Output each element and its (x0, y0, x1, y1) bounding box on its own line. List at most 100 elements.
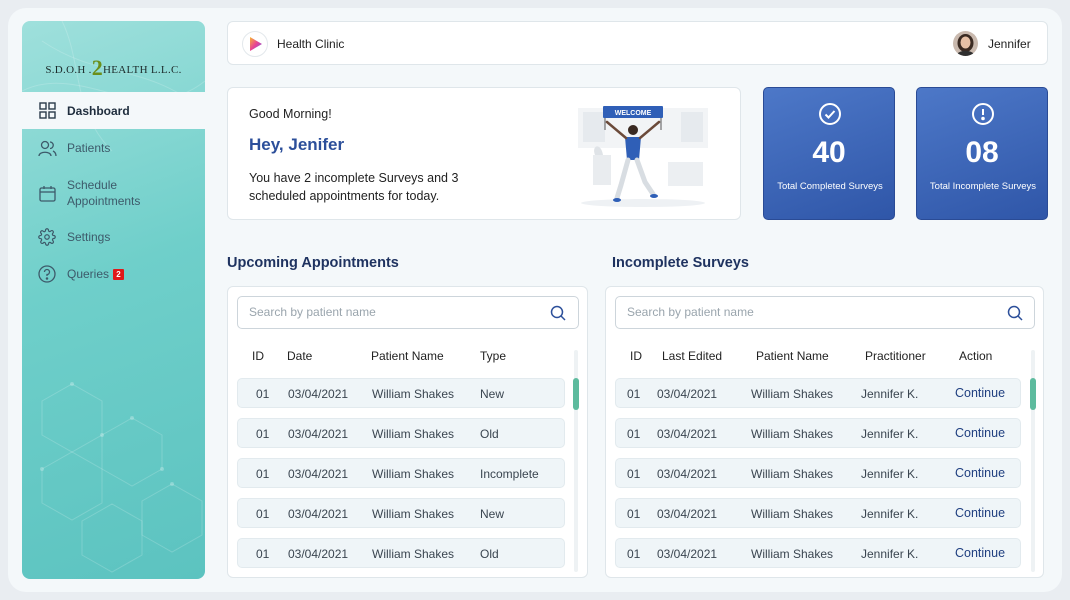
cell-date: 03/04/2021 (288, 387, 349, 401)
sidebar-item-dashboard[interactable]: Dashboard (22, 92, 205, 129)
cell-date: 03/04/2021 (288, 467, 349, 481)
table-row: 01 03/04/2021 William Shakes Jennifer K.… (615, 418, 1021, 448)
cell-patient-name: William Shakes (372, 427, 455, 441)
sidebar-item-label: Dashboard (67, 103, 130, 118)
cell-date: 03/04/2021 (288, 507, 349, 521)
cell-last-edited: 03/04/2021 (657, 507, 718, 521)
surveys-panel: ID Last Edited Patient Name Practitioner… (605, 286, 1044, 578)
cell-patient-name: William Shakes (372, 547, 455, 561)
search-icon[interactable] (1007, 305, 1023, 321)
stat-card-completed: 40 Total Completed Surveys (763, 87, 895, 220)
welcome-message: You have 2 incomplete Surveys and 3 sche… (249, 171, 459, 203)
sidebar-item-label: Patients (67, 141, 111, 155)
stat-value: 40 (812, 136, 846, 169)
cell-patient-name: William Shakes (751, 507, 834, 521)
continue-link[interactable]: Continue (955, 506, 1005, 520)
cell-type: Old (480, 427, 499, 441)
cell-id: 01 (627, 387, 641, 401)
welcome-heading: Hey, Jenifer (249, 135, 345, 154)
cell-last-edited: 03/04/2021 (657, 547, 718, 561)
search-icon[interactable] (550, 305, 566, 321)
alert-circle-icon (971, 102, 995, 126)
greeting-text: Good Morning! (249, 107, 332, 121)
check-circle-icon (818, 102, 842, 126)
cell-id: 01 (256, 387, 270, 401)
table-row[interactable]: 01 03/04/2021 William Shakes New (237, 378, 565, 408)
table-row[interactable]: 01 03/04/2021 William Shakes Old (237, 538, 565, 568)
table-row[interactable]: 01 03/04/2021 William Shakes Old (237, 418, 565, 448)
top-bar: Health Clinic Jennifer (227, 21, 1048, 65)
cell-practitioner: Jennifer K. (861, 547, 919, 561)
sidebar-item-label: Schedule Appointments (67, 178, 141, 208)
cell-patient-name: William Shakes (751, 387, 834, 401)
cell-type: Old (480, 547, 499, 561)
continue-link[interactable]: Continue (955, 546, 1005, 560)
appointments-search (237, 296, 579, 329)
cell-type: New (480, 507, 505, 521)
sidebar-item-schedule-appointments[interactable]: Schedule Appointments (22, 176, 205, 210)
clinic-name: Health Clinic (277, 37, 345, 51)
sidebar: S.D.O.H .2HEALTH L.L.C. Dashboard Patien… (22, 21, 205, 579)
column-header-practitioner[interactable]: Practitioner (865, 349, 926, 363)
column-header-last-edited[interactable]: Last Edited (662, 349, 722, 363)
cell-practitioner: Jennifer K. (861, 387, 919, 401)
surveys-search-input[interactable] (627, 305, 997, 319)
stat-card-incomplete: 08 Total Incomplete Surveys (916, 87, 1048, 220)
stat-value: 08 (965, 136, 999, 169)
grid-icon (37, 101, 57, 121)
sidebar-item-label: Queries (67, 267, 110, 281)
welcome-illustration: WELCOME (578, 106, 708, 207)
svg-text:WELCOME: WELCOME (615, 110, 652, 117)
appointments-panel: ID Date Patient Name Type 01 03/04/2021 … (227, 286, 588, 578)
cell-id: 01 (256, 547, 270, 561)
cell-id: 01 (256, 427, 270, 441)
cell-patient-name: William Shakes (372, 467, 455, 481)
table-row: 01 03/04/2021 William Shakes Jennifer K.… (615, 458, 1021, 488)
sidebar-item-queries[interactable]: Queries 2 (22, 263, 205, 285)
users-icon (37, 138, 57, 158)
cell-practitioner: Jennifer K. (861, 467, 919, 481)
cell-last-edited: 03/04/2021 (657, 387, 718, 401)
continue-link[interactable]: Continue (955, 386, 1005, 400)
scrollbar-thumb[interactable] (1030, 378, 1036, 410)
column-header-patient-name[interactable]: Patient Name (756, 349, 829, 363)
avatar[interactable] (953, 31, 978, 56)
brand-logo: S.D.O.H .2HEALTH L.L.C. (45, 55, 182, 80)
queries-count-badge: 2 (113, 268, 125, 280)
table-row[interactable]: 01 03/04/2021 William Shakes Incomplete (237, 458, 565, 488)
clinic-logo-icon (242, 31, 268, 57)
cell-id: 01 (256, 467, 270, 481)
cell-type: New (480, 387, 505, 401)
continue-link[interactable]: Continue (955, 426, 1005, 440)
sidebar-item-patients[interactable]: Patients (22, 137, 205, 159)
appointments-search-input[interactable] (249, 305, 539, 319)
cell-date: 03/04/2021 (288, 427, 349, 441)
column-header-type[interactable]: Type (480, 349, 506, 363)
table-row: 01 03/04/2021 William Shakes Jennifer K.… (615, 498, 1021, 528)
table-row: 01 03/04/2021 William Shakes Jennifer K.… (615, 378, 1021, 408)
column-header-date[interactable]: Date (287, 349, 312, 363)
sidebar-item-settings[interactable]: Settings (22, 226, 205, 248)
cell-id: 01 (627, 427, 641, 441)
cell-id: 01 (256, 507, 270, 521)
cell-last-edited: 03/04/2021 (657, 427, 718, 441)
continue-link[interactable]: Continue (955, 466, 1005, 480)
question-icon (37, 264, 57, 284)
appointments-title: Upcoming Appointments (227, 255, 399, 271)
column-header-id[interactable]: ID (252, 349, 264, 363)
scrollbar-thumb[interactable] (573, 378, 579, 410)
column-header-patient-name[interactable]: Patient Name (371, 349, 444, 363)
surveys-search (615, 296, 1035, 329)
cell-type: Incomplete (480, 467, 539, 481)
cell-patient-name: William Shakes (372, 387, 455, 401)
welcome-card: Good Morning! Hey, Jenifer You have 2 in… (227, 87, 741, 220)
cell-patient-name: William Shakes (751, 547, 834, 561)
user-name[interactable]: Jennifer (988, 37, 1031, 51)
cell-date: 03/04/2021 (288, 547, 349, 561)
table-row: 01 03/04/2021 William Shakes Jennifer K.… (615, 538, 1021, 568)
table-row[interactable]: 01 03/04/2021 William Shakes New (237, 498, 565, 528)
column-header-id[interactable]: ID (630, 349, 642, 363)
cell-practitioner: Jennifer K. (861, 427, 919, 441)
column-header-action[interactable]: Action (959, 349, 992, 363)
cell-patient-name: William Shakes (751, 427, 834, 441)
